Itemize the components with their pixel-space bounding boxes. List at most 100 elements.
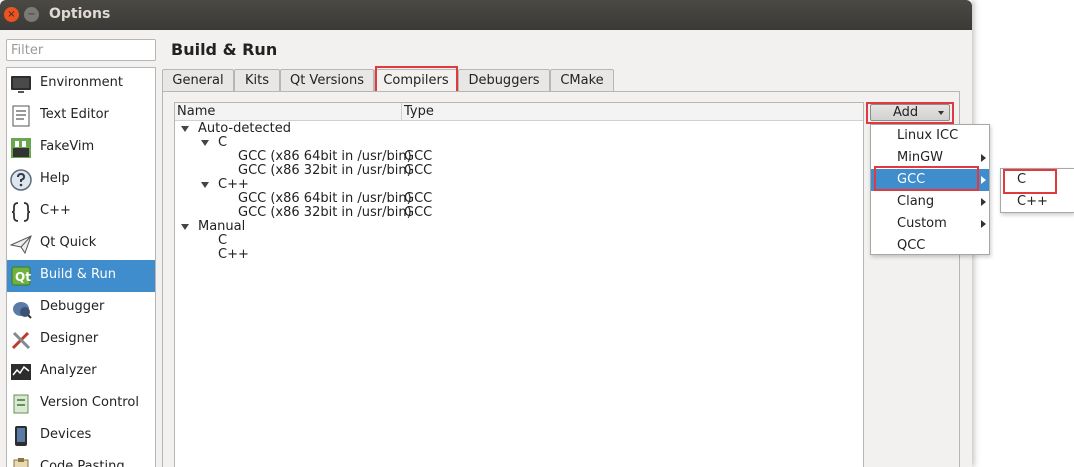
tree-row-name[interactable]: C++ [218,247,249,262]
menu-item-label: QCC [897,238,926,253]
sidebar-item-qt-quick[interactable]: Qt Quick [7,228,155,260]
tree-row-name[interactable]: C [218,135,227,150]
sidebar-item-label: Analyzer [40,363,97,378]
version-control-icon [10,393,32,415]
document-icon [10,105,32,127]
submenu-item-c[interactable]: C [1001,169,1074,191]
gcc-submenu: C C++ [1000,168,1074,213]
tab-cmake[interactable]: CMake [550,69,614,92]
sidebar-item-label: Debugger [40,299,105,314]
sidebar-item-label: Environment [40,75,124,90]
column-divider[interactable] [401,103,402,121]
tree-row-name[interactable]: GCC (x86 64bit in /usr/bin) [238,149,412,164]
sidebar-item-label: Devices [40,427,92,442]
expand-arrow-icon[interactable] [181,126,189,132]
minimize-button[interactable]: − [24,7,39,22]
sidebar-item-label: Build & Run [40,267,116,282]
sidebar-item-fakevim[interactable]: FakeVim [7,132,155,164]
sidebar-item-label: Code Pasting [40,459,125,467]
tree-row-name[interactable]: C++ [218,177,249,192]
sidebar-item-label: Version Control [40,395,139,410]
tree-row-type: GCC [404,163,433,178]
options-window: × − Options Environment Text Editor Fake… [0,0,972,467]
sidebar-item-label: C++ [40,203,71,218]
tab-compilers[interactable]: Compilers [374,69,458,93]
sidebar-item-code-pasting[interactable]: Code Pasting [7,452,155,467]
window-title: Options [49,6,111,22]
submenu-arrow-icon [981,154,986,162]
sidebar-item-analyzer[interactable]: Analyzer [7,356,155,388]
submenu-arrow-icon [981,220,986,228]
menu-item-label: GCC [897,172,926,187]
sidebar-item-environment[interactable]: Environment [7,68,155,100]
tree-row-name[interactable]: GCC (x86 32bit in /usr/bin) [238,163,412,178]
menu-item-custom[interactable]: Custom [871,213,989,235]
sidebar-item-label: Designer [40,331,99,346]
devices-icon [10,425,32,447]
sidebar-item-debugger[interactable]: Debugger [7,292,155,324]
submenu-arrow-icon [981,198,986,206]
tree-row-type: GCC [404,205,433,220]
sidebar-item-label: FakeVim [40,139,95,154]
expand-arrow-icon[interactable] [181,224,189,230]
tree-header: Name Type [175,103,863,121]
sidebar-item-version-control[interactable]: Version Control [7,388,155,420]
column-header-name[interactable]: Name [177,104,215,119]
tab-kits[interactable]: Kits [234,69,280,92]
menu-item-linux-icc[interactable]: Linux ICC [871,125,989,147]
tab-general[interactable]: General [162,69,234,92]
sidebar-item-label: Qt Quick [40,235,97,250]
sidebar-item-build-run[interactable]: Qt Build & Run [7,260,155,292]
expand-arrow-icon[interactable] [201,182,209,188]
sidebar-item-designer[interactable]: Designer [7,324,155,356]
add-button-label: Add [893,105,919,120]
submenu-item-cpp[interactable]: C++ [1001,191,1074,213]
monitor-icon [10,73,32,95]
title-bar: × − Options [0,0,972,30]
designer-icon [10,329,32,351]
tree-row-type: GCC [404,149,433,164]
menu-item-mingw[interactable]: MinGW [871,147,989,169]
close-button[interactable]: × [4,7,19,22]
build-run-icon: Qt [10,265,32,287]
debugger-icon [10,297,32,319]
tree-row-name[interactable]: C [218,233,227,248]
menu-item-label: C++ [1017,194,1048,209]
column-header-type[interactable]: Type [404,104,434,119]
menu-item-qcc[interactable]: QCC [871,235,989,257]
add-menu: Linux ICC MinGW GCC Clang Custom QCC [870,124,990,255]
tree-row-name[interactable]: Manual [198,219,245,234]
menu-item-label: Custom [897,216,947,231]
menu-item-gcc[interactable]: GCC [871,169,989,191]
sidebar-item-text-editor[interactable]: Text Editor [7,100,155,132]
sidebar-item-cpp[interactable]: C++ [7,196,155,228]
svg-text:Qt: Qt [15,270,31,284]
menu-item-label: MinGW [897,150,943,165]
sidebar-item-help[interactable]: Help [7,164,155,196]
category-list: Environment Text Editor FakeVim Help C++… [6,67,156,467]
filter-input[interactable] [6,39,156,61]
tree-row-name[interactable]: GCC (x86 32bit in /usr/bin) [238,205,412,220]
menu-item-label: Clang [897,194,935,209]
menu-item-clang[interactable]: Clang [871,191,989,213]
tree-row-name[interactable]: Auto-detected [198,121,291,136]
sidebar-item-label: Help [40,171,70,186]
add-button[interactable]: Add [870,104,950,121]
help-icon [10,169,32,191]
analyzer-icon [10,361,32,383]
tab-debuggers[interactable]: Debuggers [458,69,550,92]
fakevim-icon [10,137,32,159]
page-title: Build & Run [171,40,278,59]
expand-arrow-icon[interactable] [201,140,209,146]
menu-item-label: Linux ICC [897,128,959,143]
submenu-arrow-icon [981,176,986,184]
braces-icon [10,201,32,223]
compiler-tree[interactable]: Name Type Auto-detected C GCC (x86 64bit… [174,102,864,467]
code-pasting-icon [10,457,32,467]
tab-qt-versions[interactable]: Qt Versions [280,69,374,92]
sidebar-item-devices[interactable]: Devices [7,420,155,452]
menu-item-label: C [1017,172,1027,187]
sidebar-item-label: Text Editor [40,107,109,122]
dropdown-arrow-icon [938,111,944,115]
tree-row-name[interactable]: GCC (x86 64bit in /usr/bin) [238,191,412,206]
